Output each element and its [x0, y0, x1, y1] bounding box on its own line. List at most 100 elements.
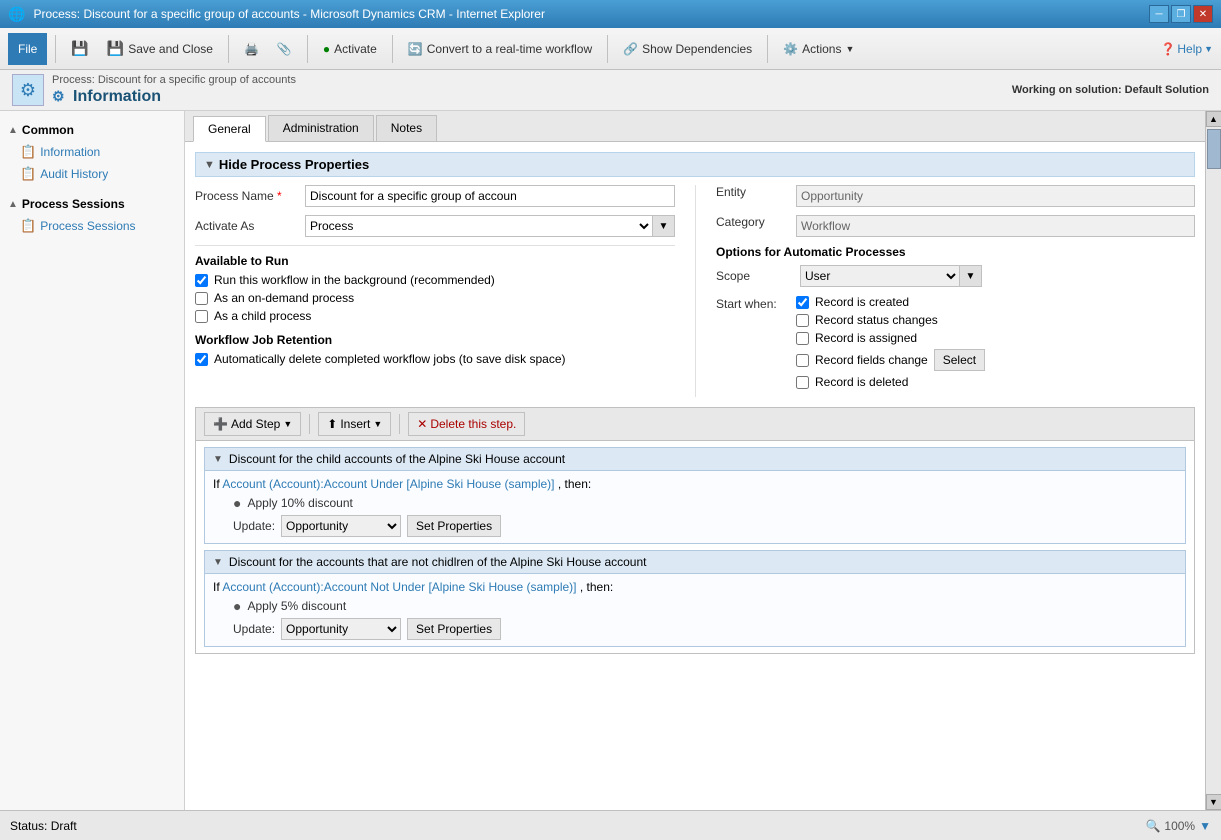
sw-deleted-checkbox[interactable]	[796, 376, 809, 389]
toolbar-separator-3	[307, 35, 308, 63]
workflow-toolbar: ➕ Add Step ▼ ⬆ Insert ▼ ✕	[196, 408, 1194, 441]
step-2-collapse-icon[interactable]: ▼	[213, 557, 223, 568]
activate-button[interactable]: ● Activate	[316, 38, 384, 60]
sidebar: ▲ Common 📋 Information 📋 Audit History ▲…	[0, 111, 185, 810]
select-fields-button[interactable]: Select	[934, 349, 985, 371]
breadcrumb-path: Process: Discount for a specific group o…	[52, 74, 296, 86]
step-2-bullet: ●	[233, 598, 241, 614]
tab-general[interactable]: General	[193, 116, 266, 142]
actions-icon: ⚙️	[783, 42, 798, 56]
retention-checkbox[interactable]	[195, 353, 208, 366]
checkbox-ondemand[interactable]	[195, 292, 208, 305]
sidebar-item-audit-history[interactable]: 📋 Audit History	[0, 163, 184, 185]
attach-button[interactable]: 📎	[270, 38, 299, 60]
right-scrollbar: ▲ ▼	[1205, 111, 1221, 810]
scroll-thumb[interactable]	[1207, 129, 1221, 169]
help-button[interactable]: ❓ Help ▼	[1160, 42, 1213, 56]
minimize-button[interactable]: ─	[1149, 5, 1169, 23]
checkbox-child[interactable]	[195, 310, 208, 323]
common-section-label: Common	[22, 123, 74, 137]
insert-button[interactable]: ⬆ Insert ▼	[318, 412, 391, 436]
file-button[interactable]: File	[8, 33, 47, 65]
step-2-condition-suffix: , then:	[580, 580, 613, 594]
status-label: Status: Draft	[10, 819, 77, 833]
checkbox-ondemand-row: As an on-demand process	[195, 291, 675, 305]
step-2-update-label: Update:	[233, 622, 275, 636]
startwhen-fields-row: Record fields change Select	[796, 349, 985, 371]
convert-button[interactable]: 🔄 Convert to a real-time workflow	[401, 38, 599, 60]
breadcrumb-info: Process: Discount for a specific group o…	[52, 74, 296, 106]
insert-label: Insert	[340, 417, 370, 431]
sw-fields-label: Record fields change	[815, 353, 928, 367]
activate-as-row: Activate As Process ▼	[195, 215, 675, 237]
sw-status-checkbox[interactable]	[796, 314, 809, 327]
start-when-checks: Record is created Record status changes …	[796, 295, 985, 389]
process-name-input[interactable]	[305, 185, 675, 207]
help-dropdown-icon: ▼	[1204, 44, 1213, 54]
print-button[interactable]: 🖨️	[237, 38, 266, 60]
actions-button[interactable]: ⚙️ Actions ▼	[776, 38, 861, 60]
title-bar: 🌐 Process: Discount for a specific group…	[0, 0, 1221, 28]
sw-fields-checkbox[interactable]	[796, 354, 809, 367]
retention-section: Workflow Job Retention Automatically del…	[195, 333, 675, 366]
activate-as-select-wrap: Process ▼	[305, 215, 675, 237]
step-1-set-props-button[interactable]: Set Properties	[407, 515, 501, 537]
add-step-button[interactable]: ➕ Add Step ▼	[204, 412, 301, 436]
show-deps-button[interactable]: 🔗 Show Dependencies	[616, 38, 759, 60]
startwhen-status-row: Record status changes	[796, 313, 985, 327]
sw-created-label: Record is created	[815, 295, 909, 309]
scope-select[interactable]: User Business Unit Parent: Child Busines…	[800, 265, 960, 287]
step-2-action-row: ● Apply 5% discount	[213, 598, 1177, 614]
save-close-icon: 💾	[107, 40, 124, 57]
save-close-button[interactable]: 💾 Save and Close	[100, 36, 220, 61]
process-name-row: Process Name	[195, 185, 675, 207]
tab-notes[interactable]: Notes	[376, 115, 437, 141]
tabs-bar: General Administration Notes	[185, 111, 1205, 142]
sidebar-section-common[interactable]: ▲ Common	[0, 119, 184, 141]
sidebar-section-process-sessions[interactable]: ▲ Process Sessions	[0, 193, 184, 215]
section-header-hide-process[interactable]: ▼ Hide Process Properties	[195, 152, 1195, 177]
step-1-condition-link[interactable]: Account (Account):Account Under [Alpine …	[222, 477, 554, 491]
scope-dropdown-btn[interactable]: ▼	[960, 265, 982, 287]
activate-icon: ●	[323, 42, 330, 56]
sw-assigned-label: Record is assigned	[815, 331, 917, 345]
retention-checkbox-row: Automatically delete completed workflow …	[195, 352, 675, 366]
step-header-2: ▼ Discount for the accounts that are not…	[204, 550, 1186, 574]
page-title: ⚙ Information	[52, 88, 296, 106]
delete-step-button[interactable]: ✕ Delete this step.	[408, 412, 525, 436]
available-to-run-title: Available to Run	[195, 254, 675, 268]
scroll-up-button[interactable]: ▲	[1206, 111, 1221, 127]
sw-assigned-checkbox[interactable]	[796, 332, 809, 345]
step-2-update-select[interactable]: Opportunity	[281, 618, 401, 640]
activate-as-dropdown-btn[interactable]: ▼	[653, 215, 675, 237]
activate-label: Activate	[334, 42, 377, 56]
step-1-collapse-icon[interactable]: ▼	[213, 454, 223, 465]
checkbox-background[interactable]	[195, 274, 208, 287]
content-area: General Administration Notes ▼ Hide Proc…	[185, 111, 1205, 810]
section-collapse-icon: ▼	[204, 159, 215, 171]
close-button[interactable]: ✕	[1193, 5, 1213, 23]
activate-as-select[interactable]: Process	[305, 215, 653, 237]
form-right: Entity Category Options for Automatic Pr…	[695, 185, 1195, 397]
sw-created-checkbox[interactable]	[796, 296, 809, 309]
attach-icon: 📎	[277, 42, 292, 56]
step-content-1: If Account (Account):Account Under [Alpi…	[204, 471, 1186, 544]
audit-history-icon: 📋	[20, 166, 36, 182]
save-icon[interactable]: 💾	[64, 36, 95, 61]
actions-label: Actions	[802, 42, 841, 56]
restore-button[interactable]: ❐	[1171, 5, 1191, 23]
sidebar-item-information[interactable]: 📋 Information	[0, 141, 184, 163]
common-collapse-icon: ▲	[8, 125, 18, 136]
entity-row: Entity	[716, 185, 1195, 207]
step-1-condition: If Account (Account):Account Under [Alpi…	[213, 477, 1177, 491]
step-2-condition-link[interactable]: Account (Account):Account Not Under [Alp…	[222, 580, 576, 594]
wf-sep-2	[399, 414, 400, 434]
step-1-update-select[interactable]: Opportunity	[281, 515, 401, 537]
tab-administration[interactable]: Administration	[268, 115, 374, 141]
status-bar: Status: Draft 🔍 100% ▼	[0, 810, 1221, 840]
retention-title: Workflow Job Retention	[195, 333, 675, 347]
scroll-down-button[interactable]: ▼	[1206, 794, 1221, 810]
zoom-dropdown-btn[interactable]: ▼	[1199, 819, 1211, 833]
sidebar-item-process-sessions[interactable]: 📋 Process Sessions	[0, 215, 184, 237]
step-2-set-props-button[interactable]: Set Properties	[407, 618, 501, 640]
